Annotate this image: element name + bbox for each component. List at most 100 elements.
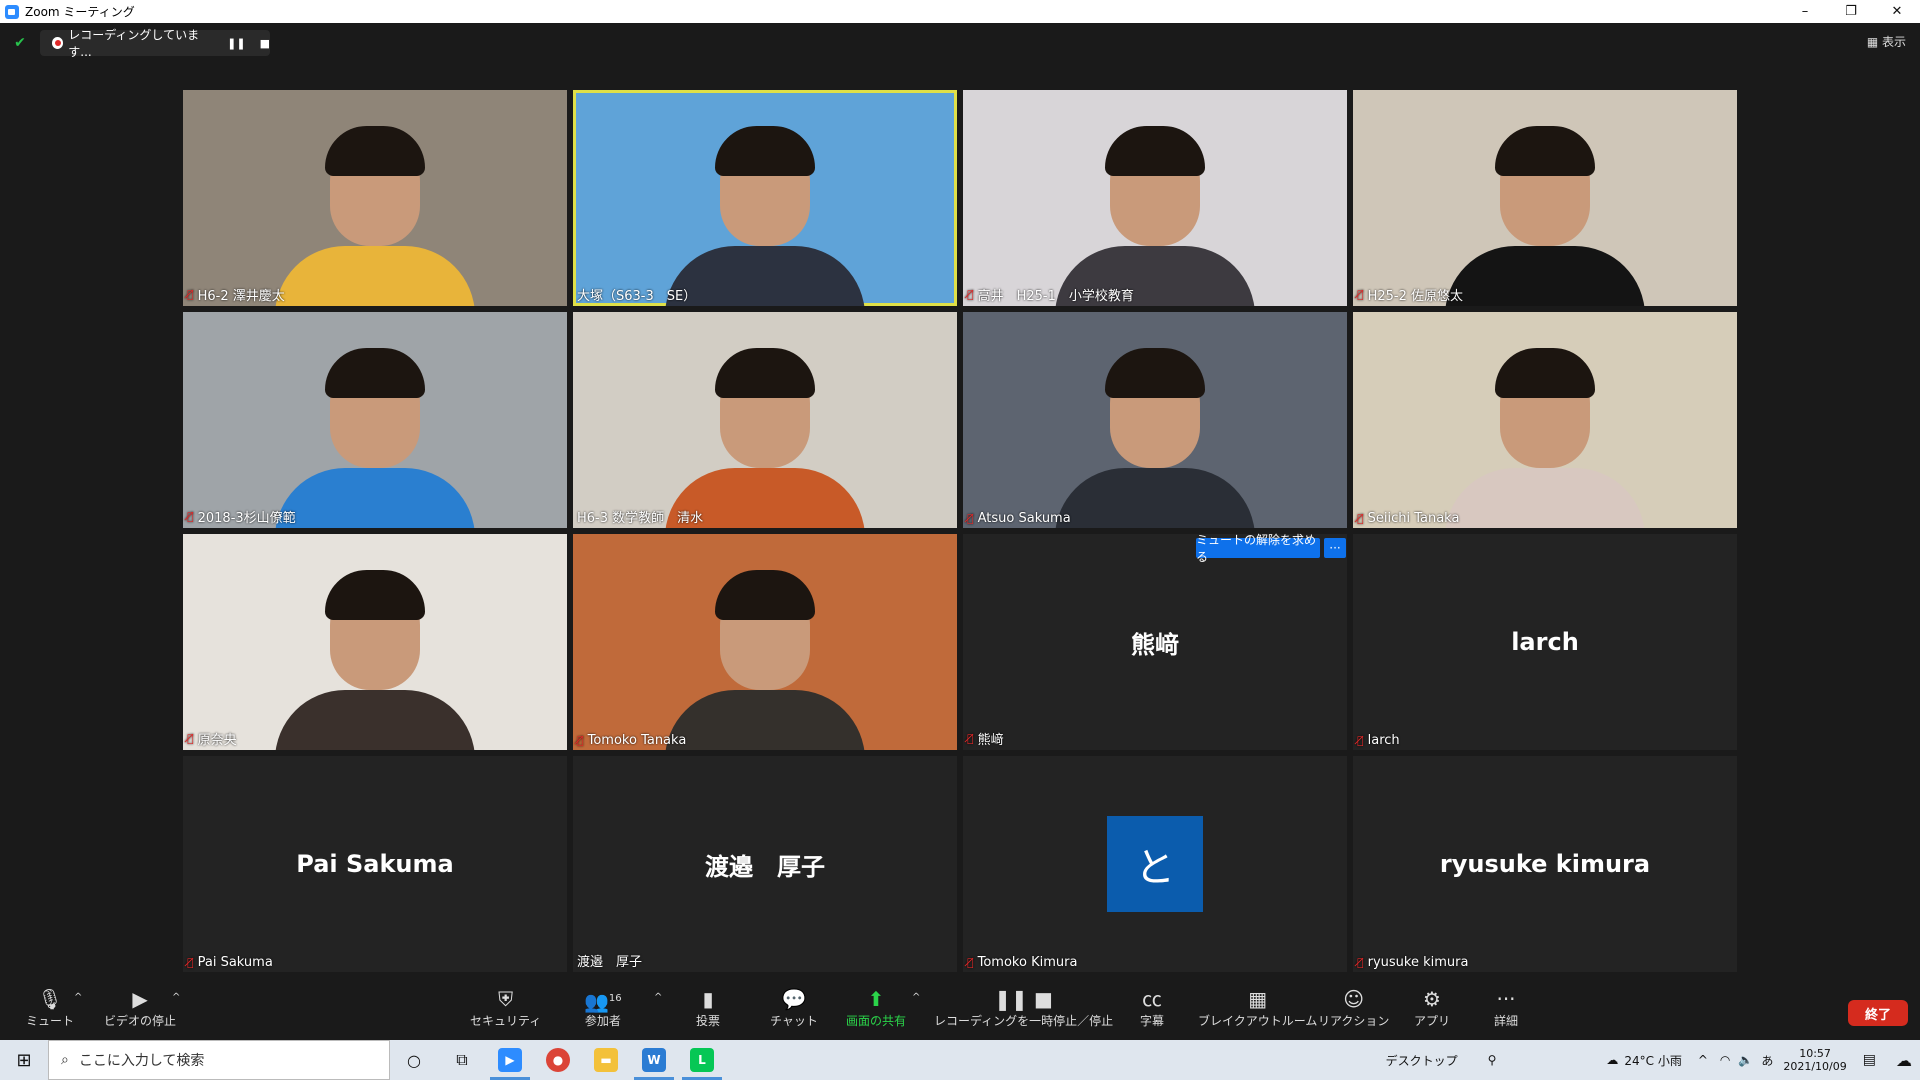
system-tray: デスクトップ ⚲ ☁ 24°C 小雨 ^ ◠ 🔈 あ 10:57 2021/10…: [1386, 1040, 1920, 1080]
close-button[interactable]: ✕: [1874, 0, 1920, 23]
participant-name-label: 🎙̸ 2018-3杉山僚範: [187, 507, 296, 526]
line-taskbar-icon[interactable]: L: [678, 1040, 726, 1080]
task-view-icon[interactable]: ⧉: [438, 1040, 486, 1080]
chat-button[interactable]: 💬 チャット: [770, 986, 818, 1029]
security-button[interactable]: ⛨ セキュリティ: [470, 986, 541, 1029]
participant-name-label: 🎙̸ H6-2 澤井慶太: [187, 285, 285, 304]
participant-tile[interactable]: 🎙̸ H6-2 澤井慶太: [183, 90, 567, 306]
participant-name: 原奈央: [197, 733, 237, 748]
participant-name: H25-2 佐原悠太: [1367, 289, 1464, 304]
participants-caret-icon[interactable]: ^: [654, 992, 662, 1003]
muted-microphone-icon: 🎙̸: [187, 510, 194, 523]
poll-button[interactable]: ▮ 投票: [696, 986, 720, 1029]
chevron-up-icon[interactable]: ^: [1698, 1053, 1708, 1067]
pause-icon[interactable]: ❚❚: [227, 37, 245, 50]
participant-video-feed: [1445, 116, 1645, 306]
chrome-taskbar-icon[interactable]: ●: [534, 1040, 582, 1080]
poll-label: 投票: [696, 1014, 721, 1028]
captions-label: 字幕: [1140, 1014, 1165, 1028]
cortana-icon[interactable]: ○: [390, 1040, 438, 1080]
participant-tile[interactable]: 🎙̸ 2018-3杉山僚範: [183, 312, 567, 528]
breakout-rooms-button[interactable]: ▦ ブレイクアウトルーム: [1198, 986, 1317, 1029]
participant-tile[interactable]: 🎙̸ Seiichi Tanaka: [1353, 312, 1737, 528]
share-options-caret-icon[interactable]: ^: [912, 992, 920, 1003]
view-button[interactable]: ▦ 表示: [1867, 33, 1906, 50]
participant-video-feed: [1055, 116, 1255, 306]
participant-tile[interactable]: 🎙̸ 原奈央: [183, 534, 567, 750]
mute-options-caret-icon[interactable]: ^: [74, 992, 82, 1003]
participant-video-feed: [1445, 338, 1645, 528]
participant-tile[interactable]: Pai Sakuma 🎙̸ Pai Sakuma: [183, 756, 567, 972]
security-label: セキュリティ: [470, 1014, 542, 1028]
window-title: Zoom ミーティング: [25, 5, 135, 19]
windows-start-icon[interactable]: ⊞: [0, 1040, 48, 1080]
bar-chart-icon: ▮: [702, 987, 714, 1011]
participant-tile[interactable]: H6-3 数学教師 清水: [573, 312, 957, 528]
participant-video-feed: [275, 116, 475, 306]
participants-button[interactable]: 👥16 参加者: [584, 986, 622, 1029]
more-button[interactable]: ··· 詳細: [1494, 986, 1518, 1029]
participant-tile[interactable]: 🎙̸ H25-2 佐原悠太: [1353, 90, 1737, 306]
participant-tile[interactable]: 大塚（S63-3 SE）: [573, 90, 957, 306]
participant-name: 渡邉 厚子: [577, 955, 643, 970]
clock[interactable]: 10:57 2021/10/09: [1783, 1047, 1846, 1073]
video-options-caret-icon[interactable]: ^: [172, 992, 180, 1003]
camera-icon: ▶: [132, 987, 148, 1011]
word-taskbar-icon[interactable]: W: [630, 1040, 678, 1080]
muted-microphone-icon: 🎙̸: [967, 732, 974, 745]
participant-display-name: ryusuke kimura: [1439, 850, 1651, 878]
file-explorer-icon[interactable]: ▬: [582, 1040, 630, 1080]
muted-microphone-icon: 🎙̸: [1357, 734, 1364, 747]
share-screen-button[interactable]: ⬆ 画面の共有: [846, 986, 906, 1029]
end-meeting-button[interactable]: 終了: [1848, 1000, 1908, 1026]
captions-button[interactable]: ㏄ 字幕: [1140, 986, 1164, 1029]
participant-name-label: 🎙̸ Seiichi Tanaka: [1357, 511, 1459, 526]
stop-icon[interactable]: ■: [260, 37, 270, 50]
participant-name: 熊﨑: [977, 733, 1004, 748]
participant-tile[interactable]: 🎙̸ Atsuo Sakuma: [963, 312, 1347, 528]
share-label: 画面の共有: [846, 1014, 907, 1028]
participant-tile[interactable]: larch 🎙̸ larch: [1353, 534, 1737, 750]
more-label: 詳細: [1494, 1014, 1519, 1028]
network-icon[interactable]: ◠: [1720, 1053, 1730, 1067]
people-icon: 👥16: [584, 989, 622, 1014]
participant-display-name: Pai Sakuma: [296, 850, 454, 878]
breakout-label: ブレイクアウトルーム: [1198, 1014, 1318, 1028]
clock-date: 2021/10/09: [1783, 1060, 1847, 1073]
share-up-icon: ⬆: [867, 987, 885, 1011]
notification-icon[interactable]: ▤: [1863, 1052, 1876, 1068]
desktop-toolbar[interactable]: デスクトップ: [1386, 1052, 1458, 1069]
reactions-button[interactable]: ☺ リアクション: [1318, 986, 1389, 1029]
taskbar-search-input[interactable]: ⌕ ここに入力して検索: [48, 1040, 390, 1080]
muted-microphone-icon: 🎙̸: [1357, 512, 1364, 525]
apps-button[interactable]: ⚙ アプリ: [1414, 986, 1450, 1029]
recording-control-button[interactable]: ❚❚ ■ レコーディングを一時停止／停止: [934, 986, 1113, 1029]
clock-time: 10:57: [1799, 1047, 1831, 1060]
volume-icon[interactable]: 🔈: [1738, 1053, 1753, 1067]
participant-display-name: larch: [1511, 628, 1579, 656]
minimize-button[interactable]: –: [1782, 0, 1828, 23]
encryption-shield-icon[interactable]: ✔: [12, 35, 28, 51]
participant-name-label: 渡邉 厚子: [577, 951, 642, 970]
participant-tile[interactable]: 🎙̸ 高井 H25-1 小学校教育: [963, 90, 1347, 306]
weather-text[interactable]: 24°C 小雨: [1624, 1052, 1681, 1069]
participant-tile[interactable]: 渡邉 厚子 渡邉 厚子: [573, 756, 957, 972]
participant-tile[interactable]: ryusuke kimura 🎙̸ ryusuke kimura: [1353, 756, 1737, 972]
participant-name: Seiichi Tanaka: [1367, 511, 1460, 526]
ime-indicator[interactable]: あ: [1761, 1052, 1773, 1069]
participant-avatar: と: [1107, 816, 1203, 912]
participant-name: larch: [1367, 733, 1400, 748]
onedrive-cloud-icon[interactable]: ☁: [1896, 1051, 1912, 1070]
tile-more-button[interactable]: ···: [1324, 538, 1346, 558]
zoom-taskbar-icon[interactable]: ▶: [486, 1040, 534, 1080]
restore-button[interactable]: ❐: [1828, 0, 1874, 23]
people-icon[interactable]: ⚲: [1488, 1053, 1497, 1067]
participant-name: Atsuo Sakuma: [977, 511, 1071, 526]
participant-tile[interactable]: 🎙̸ Tomoko Tanaka: [573, 534, 957, 750]
stop-video-button[interactable]: ▶ ビデオの停止: [104, 986, 176, 1029]
participant-video-feed: [665, 116, 865, 306]
ask-unmute-button[interactable]: ミュートの解除を求める: [1196, 533, 1320, 564]
emoji-icon: ☺: [1343, 987, 1365, 1011]
participant-tile[interactable]: 熊﨑 🎙̸ 熊﨑: [963, 534, 1347, 750]
mute-button[interactable]: 🎙 ミュート: [26, 986, 74, 1029]
